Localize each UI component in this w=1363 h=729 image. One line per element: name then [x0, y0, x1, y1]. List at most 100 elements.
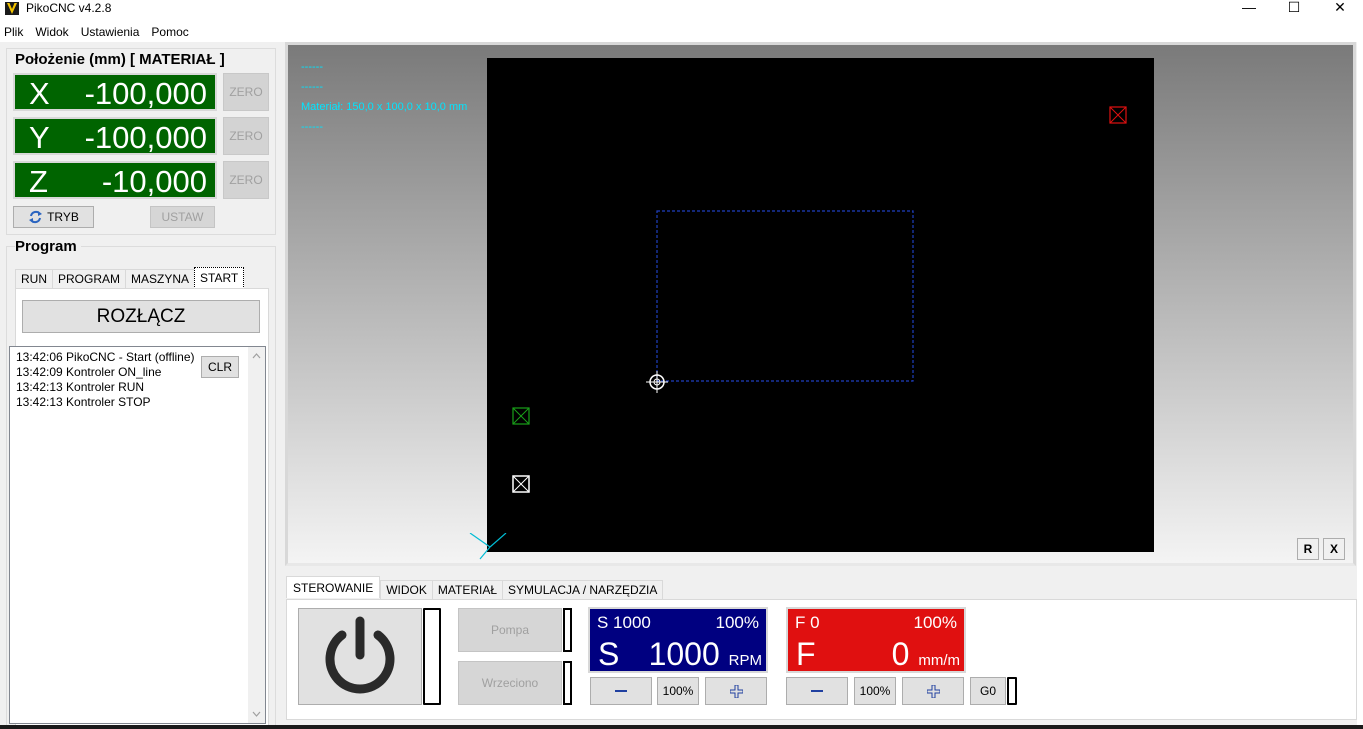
spindle-increase-button[interactable] [705, 677, 767, 705]
y-axis-display: Y -100,000 [13, 117, 217, 155]
taskbar-edge [0, 725, 1363, 729]
reset-view-button[interactable]: R [1297, 538, 1319, 560]
g0-indicator [1007, 677, 1017, 705]
feed-rate-display: F 0 100% F 0 mm/m [786, 607, 966, 673]
white-marker-icon [512, 475, 530, 493]
view-info-line: ------ [301, 61, 323, 73]
right-edge [1357, 42, 1363, 729]
title-bar: PikoCNC v4.2.8 — ☐ ✕ [0, 0, 1363, 22]
close-view-button[interactable]: X [1323, 538, 1345, 560]
feed-value-group: 0 mm/m [892, 637, 960, 678]
feed-set: F 0 [795, 613, 820, 632]
zero-z-button[interactable]: ZERO [223, 161, 269, 199]
material-outline [656, 210, 914, 382]
tool-crosshair-icon [646, 371, 668, 393]
set-button[interactable]: USTAW [150, 206, 215, 228]
minus-icon [615, 690, 627, 692]
tab-simulation[interactable]: SYMULACJA / NARZĘDZIA [502, 580, 664, 600]
axis-value: -100,000 [84, 76, 207, 111]
axis-value: -100,000 [84, 120, 207, 155]
spindle-override-button[interactable]: 100% [657, 677, 699, 705]
feed-decrease-button[interactable] [786, 677, 848, 705]
close-button[interactable]: ✕ [1317, 0, 1363, 15]
work-canvas[interactable] [487, 58, 1154, 552]
axis-letter: Y [29, 120, 50, 155]
tab-run[interactable]: RUN [15, 269, 52, 289]
disconnect-button[interactable]: ROZŁĄCZ [22, 300, 260, 333]
axis-value: -10,000 [101, 164, 207, 199]
tab-start[interactable]: START [194, 267, 245, 289]
spindle-indicator [563, 661, 572, 705]
power-indicator [423, 608, 441, 705]
power-button[interactable] [298, 608, 422, 705]
tab-material[interactable]: MATERIAŁ [431, 580, 503, 600]
z-axis-display: Z -10,000 [13, 161, 217, 199]
plus-icon [926, 684, 940, 698]
green-marker-icon [512, 407, 530, 425]
position-panel: Położenie (mm) [ MATERIAŁ ] X -100,000 Z… [6, 48, 276, 235]
control-tabs: STEROWANIE WIDOK MATERIAŁ SYMULACJA / NA… [286, 576, 664, 600]
minus-icon [811, 690, 823, 692]
axis-gizmo-icon [469, 533, 507, 560]
toolpath-drawing [512, 106, 1127, 493]
menu-view[interactable]: Widok [29, 22, 74, 42]
position-title: Położenie (mm) [ MATERIAŁ ] [15, 51, 225, 68]
scroll-up-icon [252, 353, 261, 359]
feed-increase-button[interactable] [902, 677, 964, 705]
axis-letter: X [29, 76, 50, 111]
log-line: 13:42:06 PikoCNC - Start (offline) [16, 350, 195, 364]
spindle-decrease-button[interactable] [590, 677, 652, 705]
window-title: PikoCNC v4.2.8 [26, 1, 112, 15]
spindle-percent: 100% [715, 613, 759, 632]
pump-indicator [563, 608, 572, 652]
spindle-value: 1000 [648, 636, 720, 672]
pump-button[interactable]: Pompa [458, 608, 562, 652]
power-icon [325, 616, 395, 693]
red-marker-icon [1109, 106, 1127, 124]
feed-override-button[interactable]: 100% [854, 677, 896, 705]
scroll-down-icon [252, 711, 261, 717]
spindle-set: S 1000 [597, 613, 651, 632]
minimize-button[interactable]: — [1226, 0, 1272, 15]
maximize-icon: ☐ [1287, 0, 1301, 15]
menu-settings[interactable]: Ustawienia [75, 22, 146, 42]
tab-control[interactable]: STEROWANIE [286, 576, 381, 598]
mode-button[interactable]: TRYB [13, 206, 94, 228]
refresh-icon [29, 210, 43, 224]
plus-icon [729, 684, 743, 698]
spindle-value-group: 1000 RPM [649, 637, 762, 678]
g0-button[interactable]: G0 [970, 677, 1006, 705]
menu-file[interactable]: Plik [0, 22, 29, 42]
tab-program[interactable]: PROGRAM [52, 269, 126, 289]
zero-x-button[interactable]: ZERO [223, 73, 269, 111]
spindle-letter: S [598, 636, 620, 672]
feed-unit: mm/m [918, 652, 960, 669]
feed-percent: 100% [913, 613, 957, 632]
close-icon: ✕ [1334, 0, 1346, 15]
spindle-speed-display: S 1000 100% S 1000 RPM [588, 607, 768, 673]
log-line: 13:42:13 Kontroler RUN [16, 380, 145, 394]
zero-y-button[interactable]: ZERO [223, 117, 269, 155]
clear-log-button[interactable]: CLR [201, 356, 239, 378]
x-axis-display: X -100,000 [13, 73, 217, 111]
view-info-line: ------ [301, 121, 323, 133]
tab-machine[interactable]: MASZYNA [125, 269, 195, 289]
program-title: Program [15, 238, 81, 255]
log-scrollbar[interactable] [248, 347, 265, 723]
menu-help[interactable]: Pomoc [145, 22, 194, 42]
log-line: 13:42:09 Kontroler ON_line [16, 365, 162, 379]
log-line: 13:42:13 Kontroler STOP [16, 395, 151, 409]
program-tabs: RUN PROGRAM MASZYNA START [15, 267, 245, 289]
view-3d-panel[interactable]: ------ ------ Materiał: 150,0 x 100,0 x … [285, 42, 1356, 566]
spindle-button[interactable]: Wrzeciono [458, 661, 562, 705]
view-info-line: ------ [301, 81, 323, 93]
spindle-unit: RPM [728, 652, 762, 669]
feed-value: 0 [891, 636, 910, 672]
event-log[interactable]: 13:42:06 PikoCNC - Start (offline) 13:42… [9, 346, 266, 724]
maximize-button[interactable]: ☐ [1271, 0, 1317, 15]
menu-bar: Plik Widok Ustawienia Pomoc [0, 22, 1363, 42]
minimize-icon: — [1242, 0, 1256, 15]
app-logo-icon [5, 2, 19, 15]
tab-view[interactable]: WIDOK [380, 580, 432, 600]
axis-letter: Z [29, 164, 48, 199]
